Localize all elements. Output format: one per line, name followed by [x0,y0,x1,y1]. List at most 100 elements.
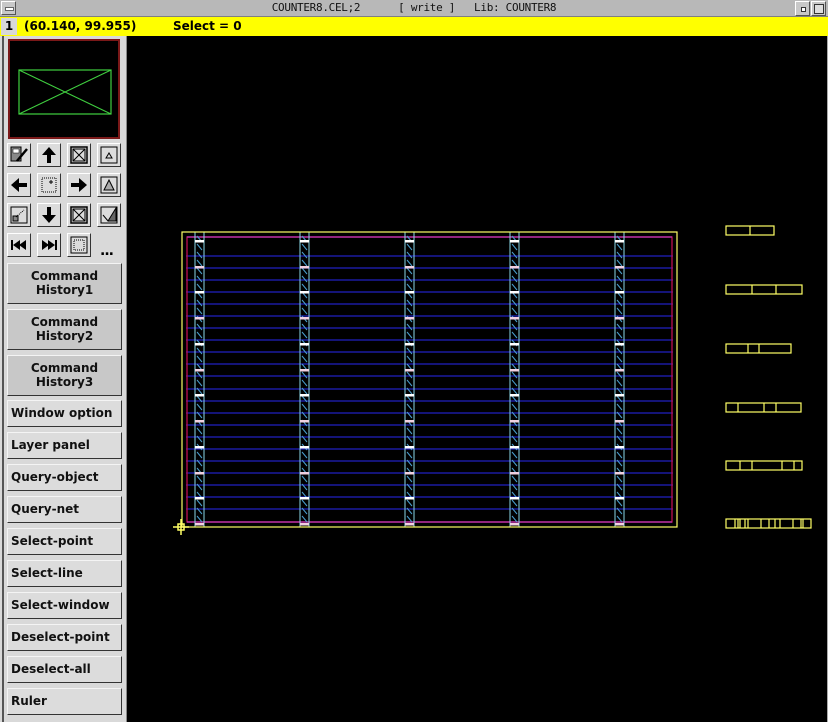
via-contact [300,446,309,449]
via-hatch [407,516,412,522]
fast-forward-button[interactable] [37,233,61,257]
window-title: COUNTER8.CEL;2 [ write ] Lib: COUNTER8 [0,1,828,14]
minimize-button[interactable] [795,1,810,16]
via-hatch [197,476,202,482]
zoom-out-corner-button[interactable] [7,203,31,227]
via-contact [615,472,624,475]
command-history-3-button[interactable]: Command History3 [7,355,122,396]
maximize-button[interactable] [811,1,826,16]
window-option-button[interactable]: Window option [7,400,122,427]
via-hatch [197,276,202,282]
via-hatch [197,260,202,266]
zoom-all-button[interactable] [67,203,91,227]
fill-pattern-icon [99,205,119,225]
cell-boundary [182,232,677,527]
layout-canvas[interactable] [127,36,828,722]
via-hatch [197,500,202,506]
cursor-coordinates: (60.140, 99.955) [24,18,136,35]
via-contact [300,394,309,397]
layer-panel-button[interactable]: Layer panel [7,432,122,459]
rewind-button[interactable] [7,233,31,257]
edit-pattern-icon [9,145,29,165]
via-hatch [302,308,307,314]
via-hatch [512,332,517,338]
select-point-button[interactable]: Select-point [7,528,122,555]
ruler-button[interactable]: Ruler [7,688,122,715]
pan-down-button[interactable] [37,203,61,227]
fast-forward-icon [39,235,59,255]
via-hatch [197,332,202,338]
arrow-up-icon [39,145,59,165]
small-triangle-icon [99,145,119,165]
via-hatch [512,284,517,290]
fill-pattern-button[interactable] [97,203,121,227]
zoom-out-corner-icon [9,205,29,225]
via-hatch [197,380,202,386]
via-contact [195,369,204,372]
via-contact [405,343,414,346]
via-hatch [617,260,622,266]
via-contact [195,420,204,423]
via-contact [405,266,414,269]
via-contact [615,240,624,243]
query-net-button[interactable]: Query-net [7,496,122,523]
small-triangle-button[interactable] [97,143,121,167]
via-column [405,232,414,527]
via-contact [510,369,519,372]
via-hatch [407,476,412,482]
deselect-all-button[interactable]: Deselect-all [7,656,122,683]
pan-up-button[interactable] [37,143,61,167]
via-contact [510,420,519,423]
via-contact [510,240,519,243]
minimap-view [10,41,118,137]
via-contact [405,472,414,475]
via-hatch [617,500,622,506]
via-hatch [512,324,517,330]
via-contact [405,420,414,423]
via-contact [195,472,204,475]
select-box-button[interactable] [67,233,91,257]
selection-count: Select = 0 [173,18,242,35]
pan-right-button[interactable] [67,173,91,197]
zoom-box-button[interactable] [37,173,61,197]
via-contact [405,523,414,526]
edit-pattern-button[interactable] [7,143,31,167]
layer-triangle-button[interactable] [97,173,121,197]
via-hatch [617,452,622,458]
via-hatch [197,308,202,314]
via-hatch [512,260,517,266]
tool-panel: ... Command History1 Command History2 Co… [0,36,127,722]
via-contact [510,343,519,346]
via-hatch [617,348,622,354]
via-hatch [302,476,307,482]
select-window-button[interactable]: Select-window [7,592,122,619]
more-tools-button[interactable]: ... [100,243,113,259]
via-hatch [512,356,517,362]
via-hatch [617,516,622,522]
via-hatch [407,252,412,258]
deselect-point-button[interactable]: Deselect-point [7,624,122,651]
select-line-button[interactable]: Select-line [7,560,122,587]
via-contact [615,446,624,449]
layout-drawing [127,36,827,722]
via-hatch [407,428,412,434]
via-hatch [617,428,622,434]
via-hatch [407,244,412,250]
via-hatch [617,476,622,482]
via-hatch [512,348,517,354]
via-hatch [407,308,412,314]
overview-minimap[interactable] [8,39,120,139]
command-history-2-button[interactable]: Command History2 [7,309,122,350]
via-hatch [407,284,412,290]
zoom-fit-button[interactable] [67,143,91,167]
via-contact [300,266,309,269]
via-contact [405,497,414,500]
via-contact [195,317,204,320]
via-hatch [302,380,307,386]
via-hatch [302,452,307,458]
command-history-1-button[interactable]: Command History1 [7,263,122,304]
query-object-button[interactable]: Query-object [7,464,122,491]
via-hatch [512,372,517,378]
via-contact [615,523,624,526]
pan-left-button[interactable] [7,173,31,197]
